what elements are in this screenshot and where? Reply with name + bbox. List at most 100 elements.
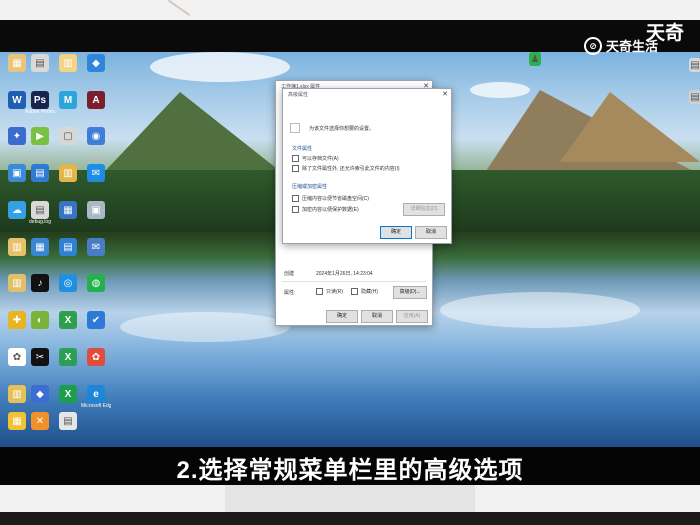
app-icon[interactable]: ◆ <box>87 54 105 72</box>
app-icon[interactable]: ◐ <box>31 311 49 329</box>
desktop-icon[interactable]: ▦ <box>25 238 55 256</box>
desktop-icon[interactable]: X <box>53 348 83 366</box>
app-icon[interactable]: ▤ <box>59 238 77 256</box>
advanced-ok-button[interactable]: 确定 <box>380 226 412 239</box>
app-icon[interactable]: e <box>87 385 105 403</box>
app-icon[interactable]: ▥ <box>8 238 26 256</box>
app-icon[interactable]: ▥ <box>8 385 26 403</box>
app-icon[interactable]: ▢ <box>59 127 77 145</box>
advanced-cancel-button[interactable]: 取消 <box>415 226 447 239</box>
desktop-icon[interactable]: ✕ <box>25 412 55 430</box>
close-icon[interactable]: ✕ <box>442 89 448 101</box>
desktop-icon[interactable]: ◆ <box>81 54 111 72</box>
app-icon[interactable]: ✦ <box>8 127 26 145</box>
desktop-icon[interactable]: ▤ debug.log <box>25 201 55 225</box>
app-icon[interactable]: A <box>87 91 105 109</box>
app-icon[interactable]: X <box>59 385 77 403</box>
desktop-icon[interactable]: ✉ <box>81 238 111 256</box>
details-button[interactable]: 详细信息(D) <box>403 203 445 216</box>
app-icon[interactable]: ▥ <box>59 54 77 72</box>
desktop-icon[interactable]: ▤ <box>53 238 83 256</box>
desktop-icon[interactable]: ✿ <box>81 348 111 366</box>
app-icon[interactable]: ✚ <box>8 311 26 329</box>
app-icon[interactable]: ✉ <box>87 238 105 256</box>
app-icon[interactable]: ✔ <box>87 311 105 329</box>
app-icon[interactable]: ▣ <box>87 201 105 219</box>
app-icon[interactable]: ◍ <box>87 274 105 292</box>
desktop-icon[interactable]: eMicrosoft Edge <box>81 385 111 409</box>
app-icon[interactable]: X <box>59 348 77 366</box>
desktop-icon[interactable]: ▤ <box>53 412 83 430</box>
desktop-icon[interactable]: PsAdobe Photoshop <box>25 91 55 115</box>
app-icon[interactable]: ✕ <box>31 412 49 430</box>
properties-ok-button[interactable]: 确定 <box>326 310 358 323</box>
desktop-icon[interactable]: ▢ <box>53 127 83 145</box>
app-icon[interactable]: ▤ <box>689 58 700 72</box>
checkbox-box[interactable] <box>292 195 299 202</box>
app-icon[interactable]: X <box>59 311 77 329</box>
desktop-icon[interactable]: ◉ <box>81 127 111 145</box>
app-icon[interactable]: ▤ <box>31 201 49 219</box>
app-icon[interactable]: ▤ <box>59 412 77 430</box>
app-icon[interactable]: W <box>8 91 26 109</box>
properties-apply-button[interactable]: 应用(A) <box>396 310 428 323</box>
compress-checkbox[interactable]: 压缩内容以便节省磁盘空间(C) <box>292 195 369 202</box>
desktop-icon[interactable]: ▥ <box>53 164 83 182</box>
readonly-checkbox[interactable]: 只读(R) <box>316 288 343 295</box>
app-icon[interactable]: ▦ <box>31 238 49 256</box>
desktop-icon[interactable]: ◆ <box>25 385 55 403</box>
app-icon[interactable]: ☁ <box>8 201 26 219</box>
desktop-icon[interactable]: ♟ <box>528 52 542 66</box>
advanced-button[interactable]: 高级(D)... <box>393 286 427 299</box>
desktop-icon[interactable]: ◎ <box>53 274 83 292</box>
app-icon[interactable]: ▥ <box>8 274 26 292</box>
desktop-icon[interactable]: X <box>53 385 83 403</box>
app-icon[interactable]: ▦ <box>8 412 26 430</box>
desktop-icon[interactable]: M <box>53 91 83 109</box>
desktop-icon[interactable]: ▣ <box>81 201 111 219</box>
app-icon[interactable]: M <box>59 91 77 109</box>
desktop-icon[interactable]: ▤ <box>25 54 55 72</box>
app-icon[interactable]: ▦ <box>59 201 77 219</box>
app-icon[interactable]: Ps <box>31 91 49 109</box>
app-icon[interactable]: ✿ <box>8 348 26 366</box>
app-icon[interactable]: ✂ <box>31 348 49 366</box>
desktop-icon[interactable]: ▦ <box>53 201 83 219</box>
desktop-icon[interactable]: ▤ <box>688 90 700 104</box>
app-icon[interactable]: ♟ <box>529 52 541 66</box>
app-icon[interactable]: ▤ <box>31 164 49 182</box>
app-icon[interactable]: ◆ <box>31 385 49 403</box>
archive-checkbox[interactable]: 可以存档文件(A) <box>292 155 339 162</box>
desktop-icon[interactable]: ◐ <box>25 311 55 329</box>
app-icon[interactable]: ◎ <box>59 274 77 292</box>
app-icon[interactable]: ▥ <box>59 164 77 182</box>
app-icon[interactable]: ▶ <box>31 127 49 145</box>
desktop-icon[interactable]: ✉ <box>81 164 111 182</box>
desktop-icon[interactable]: X <box>53 311 83 329</box>
app-icon[interactable]: ◉ <box>87 127 105 145</box>
desktop-icon[interactable]: ◍ <box>81 274 111 292</box>
app-icon[interactable]: ♪ <box>31 274 49 292</box>
checkbox-box[interactable] <box>292 206 299 213</box>
checkbox-box[interactable] <box>316 288 323 295</box>
app-icon[interactable]: ✿ <box>87 348 105 366</box>
desktop-icon[interactable]: ▥ <box>53 54 83 72</box>
desktop-icon[interactable]: A <box>81 91 111 109</box>
index-checkbox[interactable]: 除了文件属性外, 还允许索引此文件的内容(I) <box>292 165 400 172</box>
app-icon[interactable]: ✉ <box>87 164 105 182</box>
checkbox-box[interactable] <box>351 288 358 295</box>
desktop-icon[interactable]: ✔ <box>81 311 111 329</box>
checkbox-box[interactable] <box>292 165 299 172</box>
app-icon[interactable]: ▦ <box>8 54 26 72</box>
properties-cancel-button[interactable]: 取消 <box>361 310 393 323</box>
desktop-icon[interactable]: ✂ <box>25 348 55 366</box>
hidden-checkbox[interactable]: 隐藏(H) <box>351 288 378 295</box>
app-icon[interactable]: ▤ <box>31 54 49 72</box>
desktop-icon[interactable]: ▶ <box>25 127 55 145</box>
desktop-icon[interactable]: ♪ <box>25 274 55 292</box>
desktop-icon[interactable]: ▤ <box>25 164 55 182</box>
encrypt-checkbox[interactable]: 加密内容以便保护数据(E) <box>292 206 359 213</box>
app-icon[interactable]: ▣ <box>8 164 26 182</box>
app-icon[interactable]: ▤ <box>689 90 700 104</box>
desktop-icon[interactable]: ▤ <box>688 58 700 72</box>
